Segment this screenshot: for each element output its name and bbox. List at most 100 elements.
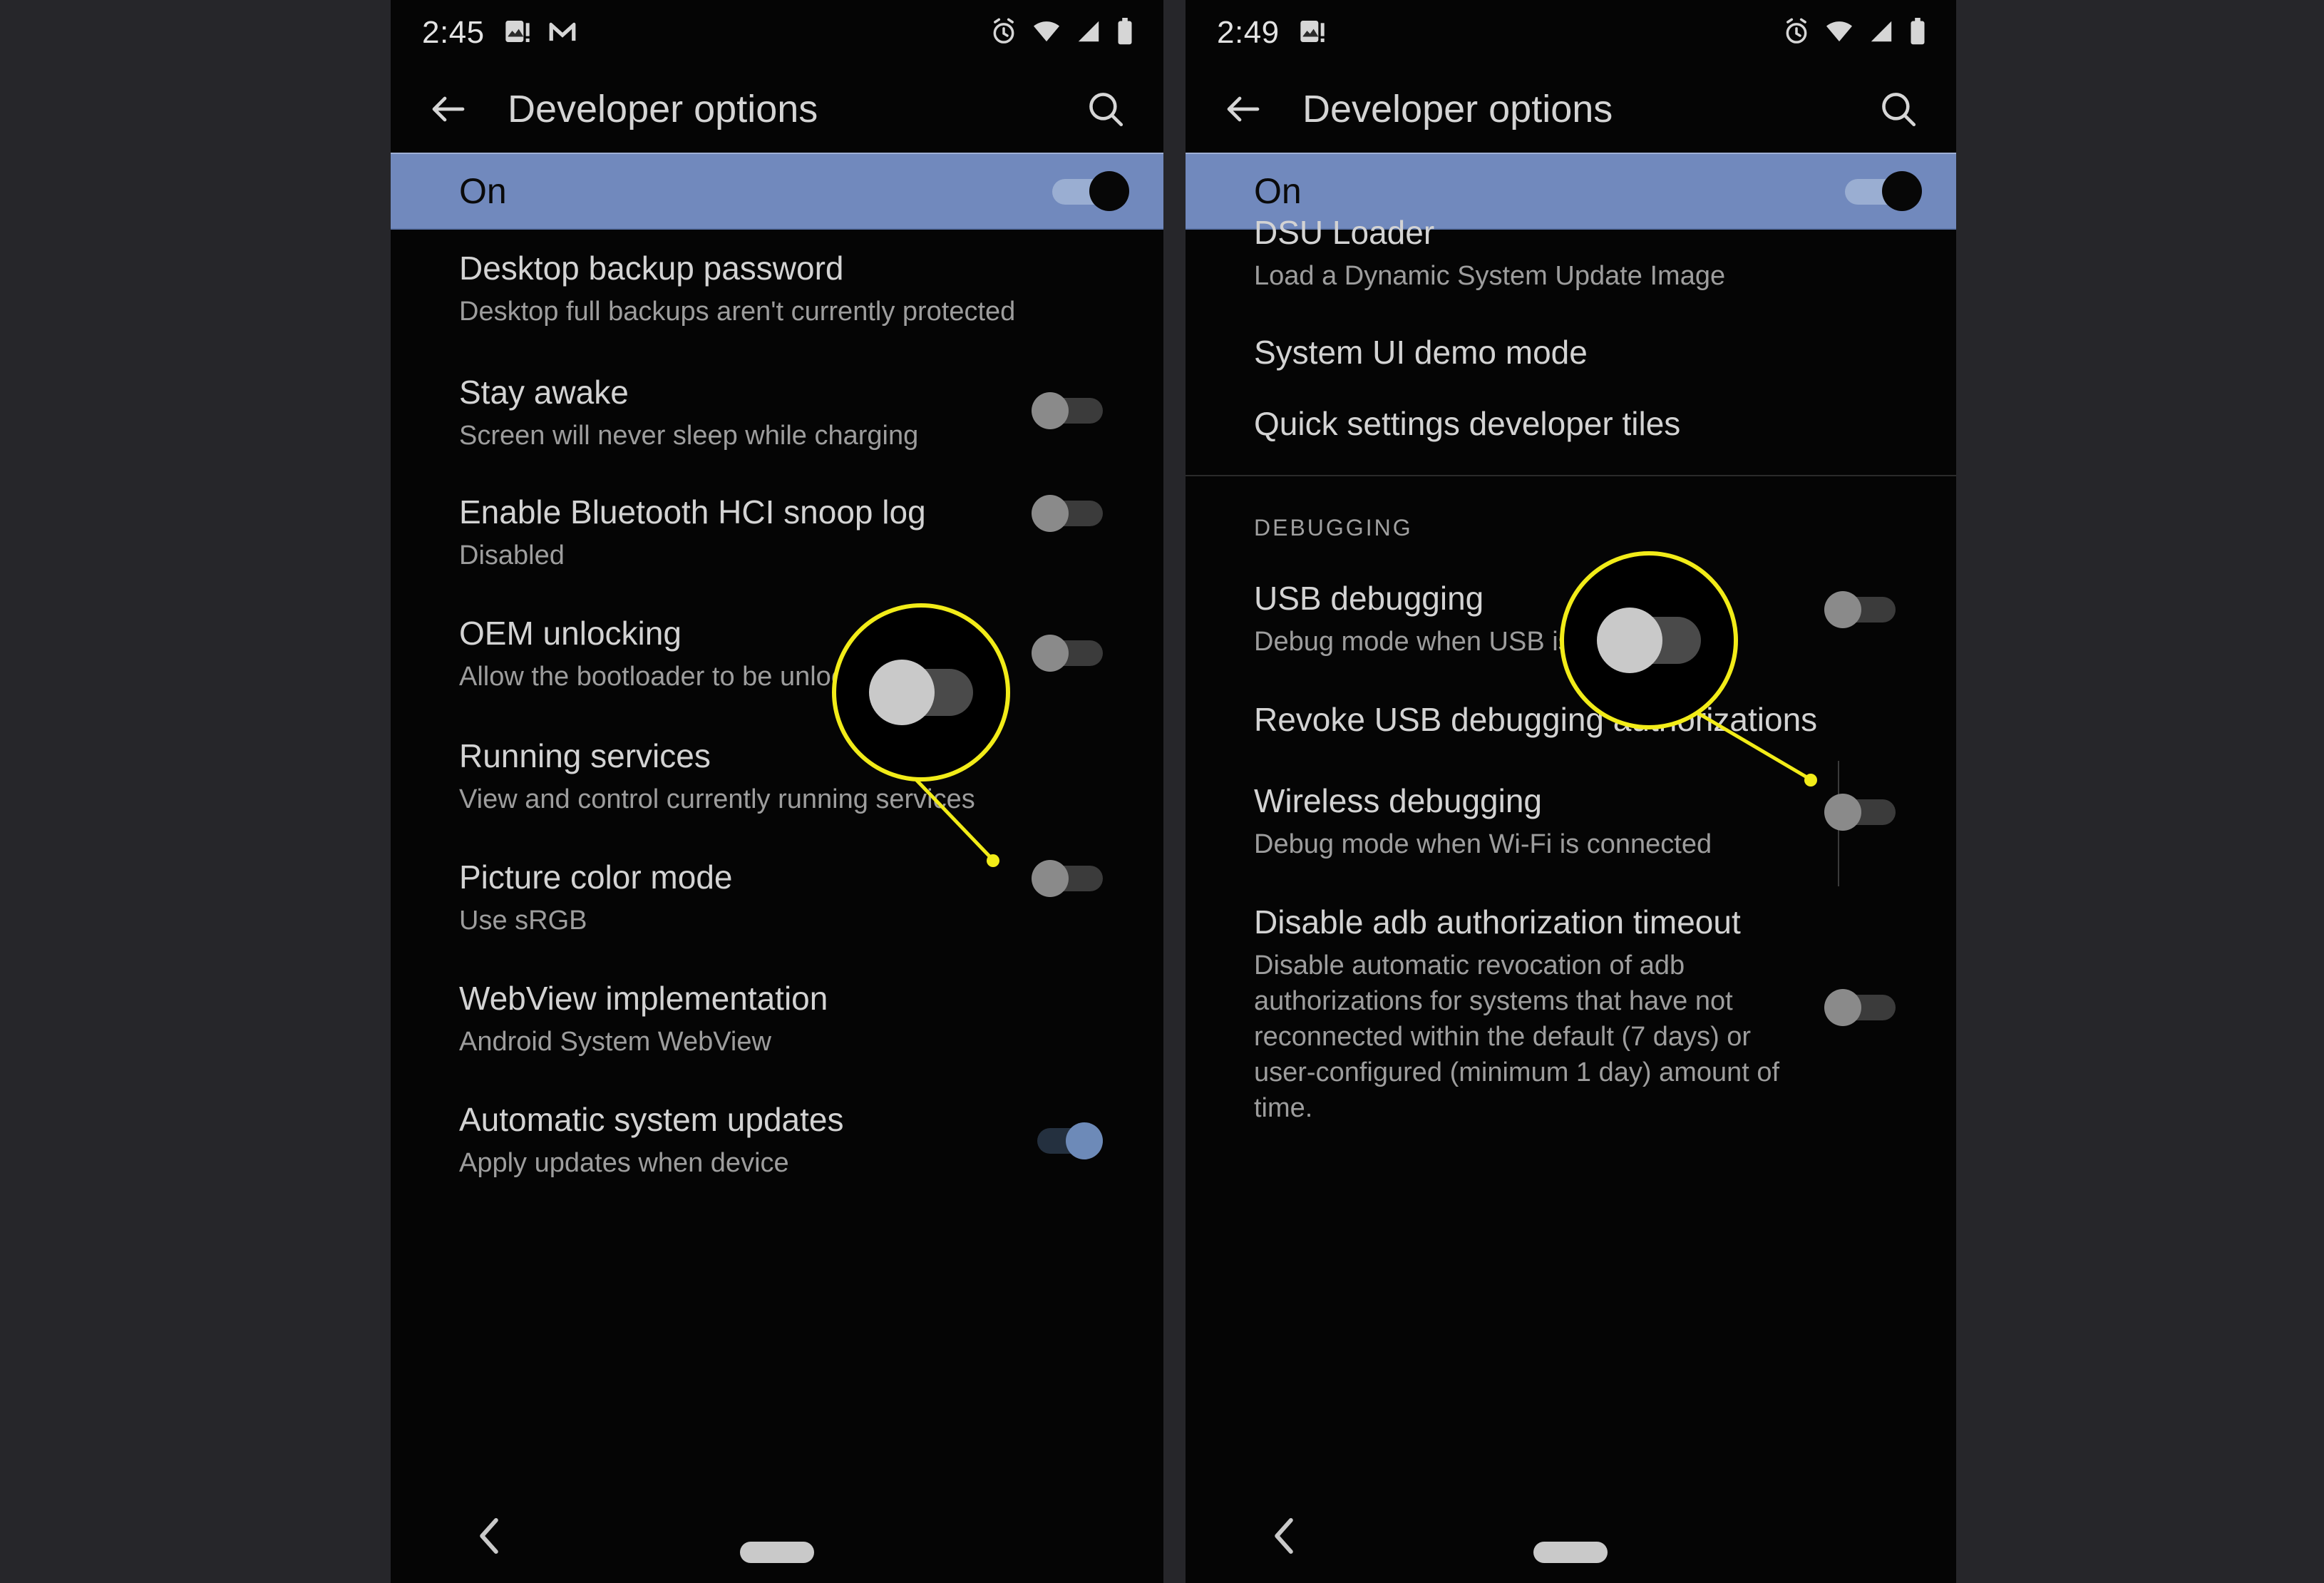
list-item-summary: Android System WebView [459,1027,771,1057]
list-item-summary: Debug mode when USB is connected [1254,627,1705,657]
switch-thumb [1882,171,1922,211]
wireless-debugging-switch[interactable] [1824,794,1896,831]
arrow-back-icon[interactable] [422,83,475,135]
nav-home-pill-icon[interactable] [1533,1542,1608,1563]
switch-thumb [1032,860,1069,897]
list-item-title: Quick settings developer tiles [1254,405,1681,442]
screenshot-icon [503,17,532,49]
action-bar: Developer options [1186,66,1956,153]
wifi-icon [1032,20,1061,46]
alarm-icon [989,17,1018,49]
phone-screenshot-right: 2:49 Developer options On DSU Loader Loa… [1186,0,1956,1583]
status-bar-clock: 2:45 [422,15,485,50]
nav-back-chevron-icon[interactable] [1271,1517,1297,1559]
list-item-title: DSU Loader [1254,214,1435,251]
developer-options-master-toggle-row[interactable]: On [391,153,1163,230]
list-item-summary: Disable automatic revocation of adb auth… [1254,951,1780,1123]
system-navigation-bar [1186,1517,1956,1583]
master-toggle-switch[interactable] [1845,171,1922,211]
nav-home-pill-icon[interactable] [740,1542,814,1563]
list-item[interactable]: USB debugging Debug mode when USB is con… [1186,578,1956,660]
phone-screenshot-left: 2:45 Developer options On Desktop backup… [391,0,1163,1583]
bluetooth-hci-snoop-log-switch[interactable] [1032,495,1103,532]
screenshot-icon [1298,17,1327,49]
list-item-title: Disable adb authorization timeout [1254,903,1741,941]
list-item[interactable]: DSU Loader Load a Dynamic System Update … [1186,212,1956,294]
list-item-title: System UI demo mode [1254,334,1588,371]
callout-leader-line-right [1638,677,1817,787]
status-bar-system-icons [989,17,1133,49]
switch-thumb [1824,591,1861,628]
list-item[interactable]: Quick settings developer tiles [1186,404,1956,444]
picture-color-mode-switch[interactable] [1032,860,1103,897]
list-item[interactable]: Desktop backup password Desktop full bac… [391,248,1163,329]
switch-thumb [1032,392,1069,429]
list-item-title: OEM unlocking [459,615,682,652]
list-item[interactable]: Revoke USB debugging authorizations [1186,700,1956,739]
list-item[interactable]: WebView implementation Android System We… [391,978,1163,1060]
master-toggle-switch[interactable] [1052,171,1129,211]
list-item-title: Running services [459,737,711,774]
list-item-title: Enable Bluetooth HCI snoop log [459,493,926,531]
section-divider [1186,475,1956,476]
search-icon[interactable] [1872,83,1925,135]
oem-unlocking-switch[interactable] [1032,635,1103,672]
list-item-summary: Use sRGB [459,906,587,936]
wifi-icon [1825,20,1853,46]
switch-thumb [1032,635,1069,672]
settings-list: DSU Loader Load a Dynamic System Update … [1186,212,1956,1126]
list-item-title: Stay awake [459,374,629,411]
search-icon[interactable] [1079,83,1132,135]
status-bar: 2:45 [391,0,1163,66]
list-item-title: WebView implementation [459,980,828,1017]
nav-back-chevron-icon[interactable] [476,1517,502,1559]
status-bar-system-icons [1782,17,1926,49]
signal-icon [1868,20,1895,46]
list-item[interactable]: Disable adb authorization timeout Disabl… [1186,902,1956,1126]
action-bar: Developer options [391,66,1163,153]
status-bar-notification-icons [1298,17,1327,49]
screenshot-stage: 2:45 Developer options On Desktop backup… [0,0,2324,1583]
alarm-icon [1782,17,1811,49]
switch-thumb [1066,1122,1103,1159]
gmail-icon [547,19,577,47]
master-toggle-label: On [459,171,507,211]
system-navigation-bar [391,1517,1163,1583]
list-item-title: Automatic system updates [459,1101,844,1138]
list-item[interactable]: System UI demo mode [1186,332,1956,372]
status-bar: 2:49 [1186,0,1956,66]
list-item[interactable]: Stay awake Screen will never sleep while… [391,372,1163,454]
switch-thumb [1032,495,1069,532]
list-item-summary: Disabled [459,541,565,570]
list-item[interactable]: Enable Bluetooth HCI snoop log Disabled [391,492,1163,573]
list-item-summary: View and control currently running servi… [459,784,975,814]
settings-list: Desktop backup password Desktop full bac… [391,248,1163,1181]
battery-icon [1909,17,1926,48]
list-item[interactable]: Picture color mode Use sRGB [391,857,1163,938]
callout-leader-line-left [858,719,999,867]
arrow-back-icon[interactable] [1217,83,1270,135]
signal-icon [1075,20,1102,46]
list-item-title: Desktop backup password [459,250,844,287]
switch-thumb [1824,989,1861,1026]
page-title: Developer options [1302,88,1613,130]
status-bar-notification-icons [503,17,577,49]
list-item-summary: Debug mode when Wi-Fi is connected [1254,829,1712,859]
usb-debugging-switch[interactable] [1824,591,1896,628]
switch-thumb [1089,171,1129,211]
page-title: Developer options [508,88,818,130]
status-bar-clock: 2:49 [1217,15,1280,50]
list-item[interactable]: Automatic system updates Apply updates w… [391,1100,1163,1181]
automatic-system-updates-switch[interactable] [1032,1122,1103,1159]
list-item[interactable]: Running services View and control curren… [391,736,1163,817]
master-toggle-label: On [1254,171,1302,211]
list-item-summary: Screen will never sleep while charging [459,421,919,451]
stay-awake-switch[interactable] [1032,392,1103,429]
list-item-title: USB debugging [1254,580,1484,617]
section-header-debugging: DEBUGGING [1254,515,1413,541]
list-item[interactable]: Wireless debugging Debug mode when Wi-Fi… [1186,761,1956,886]
battery-icon [1116,17,1133,48]
list-item[interactable]: OEM unlocking Allow the bootloader to be… [391,613,1163,695]
list-item-summary: Desktop full backups aren't currently pr… [459,297,1016,327]
disable-adb-authorization-timeout-switch[interactable] [1824,989,1896,1026]
